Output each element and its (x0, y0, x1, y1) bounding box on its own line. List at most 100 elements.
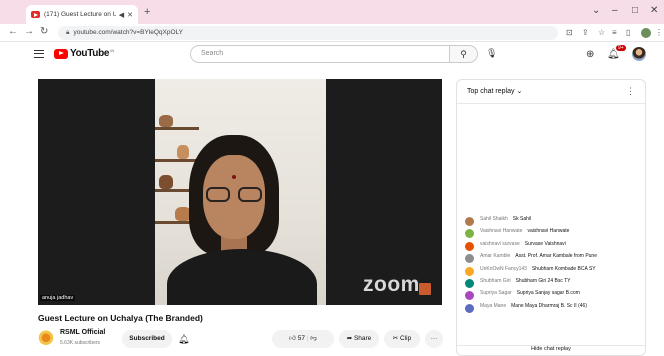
chat-author-name[interactable]: Amar Kamble (480, 253, 510, 259)
shelf (155, 159, 199, 162)
chat-message: Sahil Shaikh Sk Sahil (465, 216, 641, 228)
chat-message-text: Shubham Giri 24 Bsc TY (515, 277, 571, 284)
chat-author-name[interactable]: vaishnavi survase (480, 241, 520, 247)
maximize-button[interactable]: □ (632, 5, 638, 16)
chat-message-text: Supriya Sanjay sagar B.com (516, 290, 580, 297)
chat-message: Shubham Giri Shubham Giri 24 Bsc TY (465, 278, 641, 290)
chat-author-avatar[interactable] (465, 303, 474, 313)
video-frame (155, 79, 326, 305)
extension-icon[interactable]: ≡ (612, 28, 617, 37)
chat-message-text: Survase Vaishnavi (524, 240, 566, 247)
like-count: 57 (297, 335, 305, 342)
back-arrow-icon[interactable]: ← (8, 26, 18, 37)
account-avatar[interactable] (632, 47, 646, 61)
chat-message-body: Maya Mane Mane Maya Dharmraj B. Sc II (46… (480, 303, 587, 309)
chevron-down-icon: ⌄ (516, 88, 523, 95)
chat-message-text: vaishnavi Hanwate (527, 228, 570, 235)
chat-mode-dropdown[interactable]: Top chat replay ⌄ (467, 88, 522, 95)
chat-author-name[interactable]: Maya Mane (480, 303, 506, 309)
video-player[interactable]: zoom anuja jadhav (38, 79, 442, 305)
share-button[interactable]: ➦ Share (339, 330, 379, 348)
chat-mode-label: Top chat replay (467, 88, 515, 95)
url-field[interactable]: 🔒︎ youtube.com/watch?v=BYleQqXpOLY (58, 26, 558, 40)
chat-message-body: vaishnavi survase Survase Vaishnavi (480, 241, 566, 247)
chat-message-body: UnKnOwN Fancy143 Shubham Kombade BCA SY (480, 266, 596, 272)
zoom-watermark: zoom (363, 273, 420, 296)
browser-tab[interactable]: (171) Guest Lecture on Uchaly ◀ ✕ (26, 5, 138, 24)
chat-author-name[interactable]: Vaishnavi Hanwate (480, 228, 522, 234)
shelf-pot (159, 115, 173, 127)
close-window-button[interactable]: ✕ (650, 5, 658, 16)
chat-author-avatar[interactable] (465, 291, 474, 301)
hide-chat-replay-button[interactable]: Hide chat replay (457, 345, 645, 355)
chat-author-avatar[interactable] (465, 217, 474, 226)
youtube-wordmark: YouTube (70, 48, 110, 59)
chat-message: Vaishnavi Hanwate vaishnavi Hanwate (465, 228, 641, 240)
youtube-header: YouTube IN Search ⚲ 🎙︎ ⊕ 🔔︎ 9+ (0, 42, 664, 68)
tab-close-icon[interactable]: ✕ (127, 11, 133, 19)
address-bar-row: ← → ↻ 🔒︎ youtube.com/watch?v=BYleQqXpOLY … (0, 24, 664, 42)
chat-author-name[interactable]: Sahil Shaikh (480, 216, 508, 222)
speaker-clothing (167, 249, 317, 305)
chat-message-text: Sk Sahil (512, 216, 532, 222)
forward-arrow-icon[interactable]: → (24, 26, 34, 37)
glasses-right-lens (238, 187, 262, 202)
scissors-icon: ✂︎ (392, 335, 399, 342)
clip-button[interactable]: ✂︎ Clip (384, 330, 420, 348)
chat-message-body: Sahil Shaikh Sk Sahil (480, 216, 531, 222)
chat-author-name[interactable]: UnKnOwN Fancy143 (480, 266, 527, 272)
chat-message-text: Shubham Kombade BCA SY (531, 265, 596, 272)
reload-icon[interactable]: ↻ (40, 26, 48, 37)
channel-watermark-icon (419, 283, 431, 295)
channel-name[interactable]: RSML Official (60, 329, 105, 336)
more-actions-button[interactable]: ··· (425, 330, 443, 348)
chat-message: Supriya Sagar Supriya Sanjay sagar B.com (465, 290, 641, 302)
bookmark-star-icon[interactable]: ☆ (598, 28, 605, 37)
chat-message-body: Supriya Sagar Supriya Sanjay sagar B.com (480, 290, 580, 296)
speaker-bindi (232, 175, 236, 179)
chat-replay-panel: Top chat replay ⌄ ⋮ Sahil Shaikh Sk Sahil… (456, 79, 646, 356)
audio-icon[interactable]: ◀ (119, 11, 124, 19)
search-button[interactable]: ⚲ (450, 45, 478, 63)
thumbs-down-icon[interactable]: 👎︎ (310, 335, 317, 342)
channel-avatar[interactable] (38, 329, 54, 345)
minimize-button[interactable]: – (612, 5, 618, 16)
shelf-pot (177, 145, 189, 159)
subscribed-button[interactable]: Subscribed (122, 330, 172, 348)
chat-message-text: Mane Maya Dharmraj B. Sc II (46) (511, 302, 587, 309)
search-input[interactable]: Search (190, 45, 450, 63)
chat-author-name[interactable]: Shubham Giri (480, 278, 511, 284)
chat-author-avatar[interactable] (465, 266, 474, 276)
chat-message: Amar Kamble Asst. Prof. Amar Kambale from… (465, 253, 641, 265)
share-page-icon[interactable]: ⇪ (582, 28, 589, 37)
create-video-icon[interactable]: ⊕ (586, 49, 594, 60)
chat-author-avatar[interactable] (465, 241, 474, 251)
youtube-logo[interactable]: YouTube IN (54, 48, 114, 59)
chat-message-list: Sahil Shaikh Sk Sahil Vaishnavi Hanwate vai… (465, 216, 641, 315)
profile-avatar[interactable] (641, 28, 651, 38)
share-label: Share (353, 335, 372, 342)
install-app-icon[interactable]: ⊡ (566, 28, 573, 37)
chat-author-avatar[interactable] (465, 254, 474, 264)
notification-bell-icon[interactable]: 🔔︎ (178, 334, 189, 345)
thumbs-up-icon[interactable]: 👍︎ (289, 335, 296, 342)
tab-search-dropdown-icon[interactable]: ⌄ (592, 5, 600, 16)
chat-author-name[interactable]: Supriya Sagar (480, 290, 512, 296)
country-code: IN (110, 48, 115, 53)
chat-message-body: Shubham Giri Shubham Giri 24 Bsc TY (480, 278, 571, 284)
sidebar-icon[interactable]: ▯ (626, 28, 630, 37)
chat-message-text: Asst. Prof. Amar Kambale from Pune (515, 253, 597, 260)
like-dislike-button[interactable]: 👍︎ 57 | 👎︎ (272, 330, 334, 348)
url-text: youtube.com/watch?v=BYleQqXpOLY (73, 29, 184, 36)
chat-author-avatar[interactable] (465, 229, 474, 239)
shelf-pot (159, 175, 173, 189)
chat-author-avatar[interactable] (465, 278, 474, 288)
video-title: Guest Lecture on Uchalya (The Branded) (38, 313, 203, 323)
browser-menu-icon[interactable]: ⋮ (655, 28, 663, 37)
browser-tab-strip: (171) Guest Lecture on Uchaly ◀ ✕ + ⌄ – … (0, 0, 664, 24)
new-tab-button[interactable]: + (144, 6, 150, 18)
menu-hamburger-icon[interactable] (34, 50, 44, 58)
microphone-icon[interactable]: 🎙︎ (486, 48, 497, 59)
youtube-play-logo-icon (54, 48, 68, 59)
chat-menu-icon[interactable]: ⋮ (626, 86, 635, 97)
